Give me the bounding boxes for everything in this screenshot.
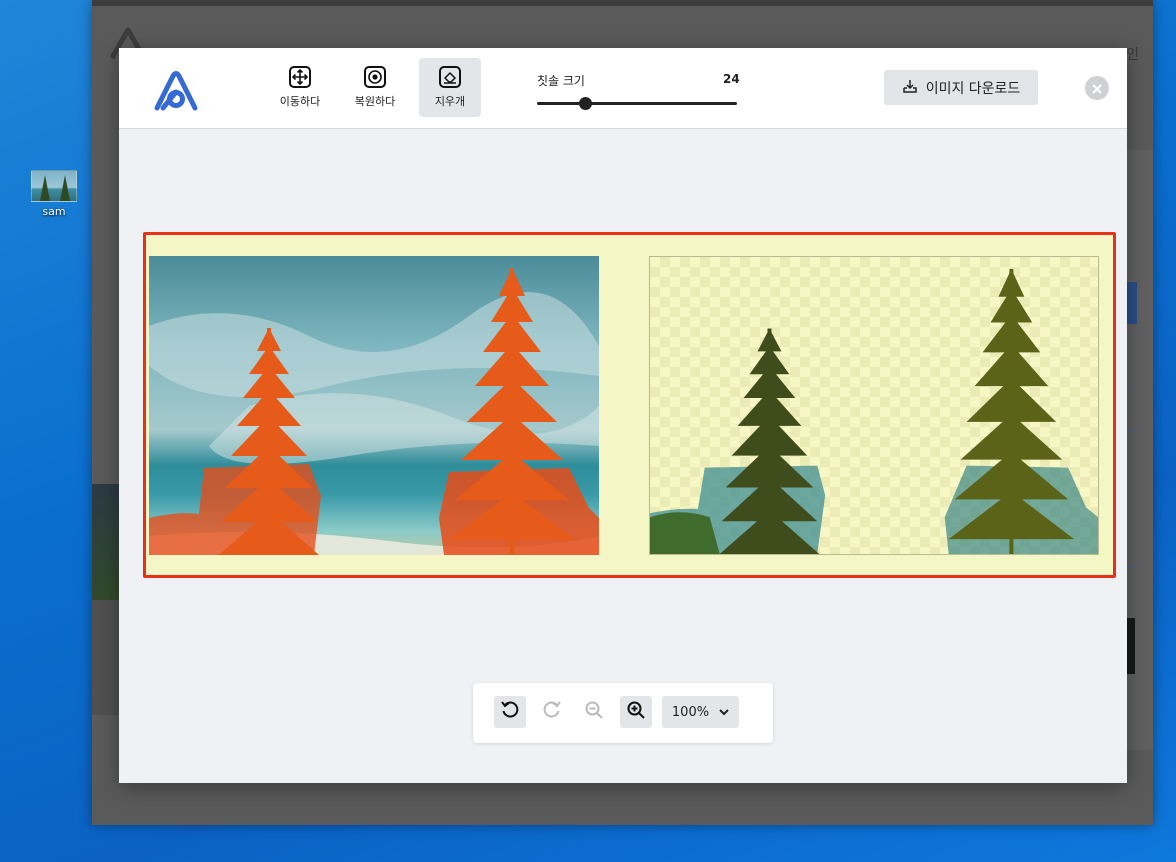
zoom-in-icon	[626, 700, 646, 724]
brush-size-label: 칫솔 크기	[537, 74, 585, 88]
download-image-label: 이미지 다운로드	[925, 80, 1021, 97]
image-editor-modal: 이동하다 복원하다 지우개 칫솔 크기 24 이미지 다운로드 100%	[119, 48, 1127, 783]
zoom-out-button[interactable]	[578, 696, 610, 728]
brush-size-slider-thumb[interactable]	[579, 97, 592, 110]
redo-icon	[542, 700, 562, 724]
move-icon	[289, 66, 311, 88]
background-divider	[1127, 388, 1137, 389]
background-panel	[92, 600, 120, 715]
tool-move[interactable]: 이동하다	[269, 58, 331, 117]
background-dark-block	[1127, 618, 1135, 674]
close-button[interactable]	[1085, 76, 1109, 100]
zoom-level-select[interactable]: 100%	[662, 696, 739, 728]
background-divider	[1127, 430, 1137, 431]
background-header-text: 인	[1126, 47, 1139, 63]
desktop-icon-label: sam	[42, 205, 66, 218]
download-icon	[902, 78, 918, 98]
background-divider	[1127, 566, 1137, 567]
undo-button[interactable]	[494, 696, 526, 728]
zoom-level-value: 100%	[671, 704, 710, 720]
background-button	[1127, 282, 1137, 324]
app-logo-icon	[153, 70, 199, 112]
chevron-down-icon	[719, 705, 729, 720]
result-image-preview	[649, 256, 1099, 555]
undo-icon	[500, 700, 520, 724]
background-image	[92, 484, 120, 602]
zoom-history-bar: 100%	[473, 683, 773, 743]
zoom-out-icon	[584, 700, 604, 724]
desktop-icon-sam[interactable]: sam	[26, 170, 82, 218]
download-image-button[interactable]: 이미지 다운로드	[884, 70, 1038, 105]
brush-size-value: 24	[723, 72, 740, 86]
editor-toolbar: 이동하다 복원하다 지우개 칫솔 크기 24 이미지 다운로드	[119, 48, 1127, 129]
zoom-in-button[interactable]	[620, 696, 652, 728]
redo-button[interactable]	[536, 696, 568, 728]
tool-restore-label: 복원하다	[354, 95, 396, 108]
original-image-with-mask[interactable]	[149, 256, 599, 555]
tool-eraser[interactable]: 지우개	[419, 58, 481, 117]
image-file-thumbnail	[31, 170, 77, 202]
eraser-icon	[439, 66, 461, 88]
close-icon	[1092, 79, 1102, 98]
tool-move-label: 이동하다	[279, 95, 321, 108]
restore-icon	[364, 66, 386, 88]
editing-canvas[interactable]	[143, 232, 1116, 578]
background-window-titlebar	[92, 0, 1153, 6]
tool-eraser-label: 지우개	[434, 95, 466, 108]
tool-restore[interactable]: 복원하다	[344, 58, 406, 117]
brush-size-slider[interactable]	[537, 97, 737, 110]
